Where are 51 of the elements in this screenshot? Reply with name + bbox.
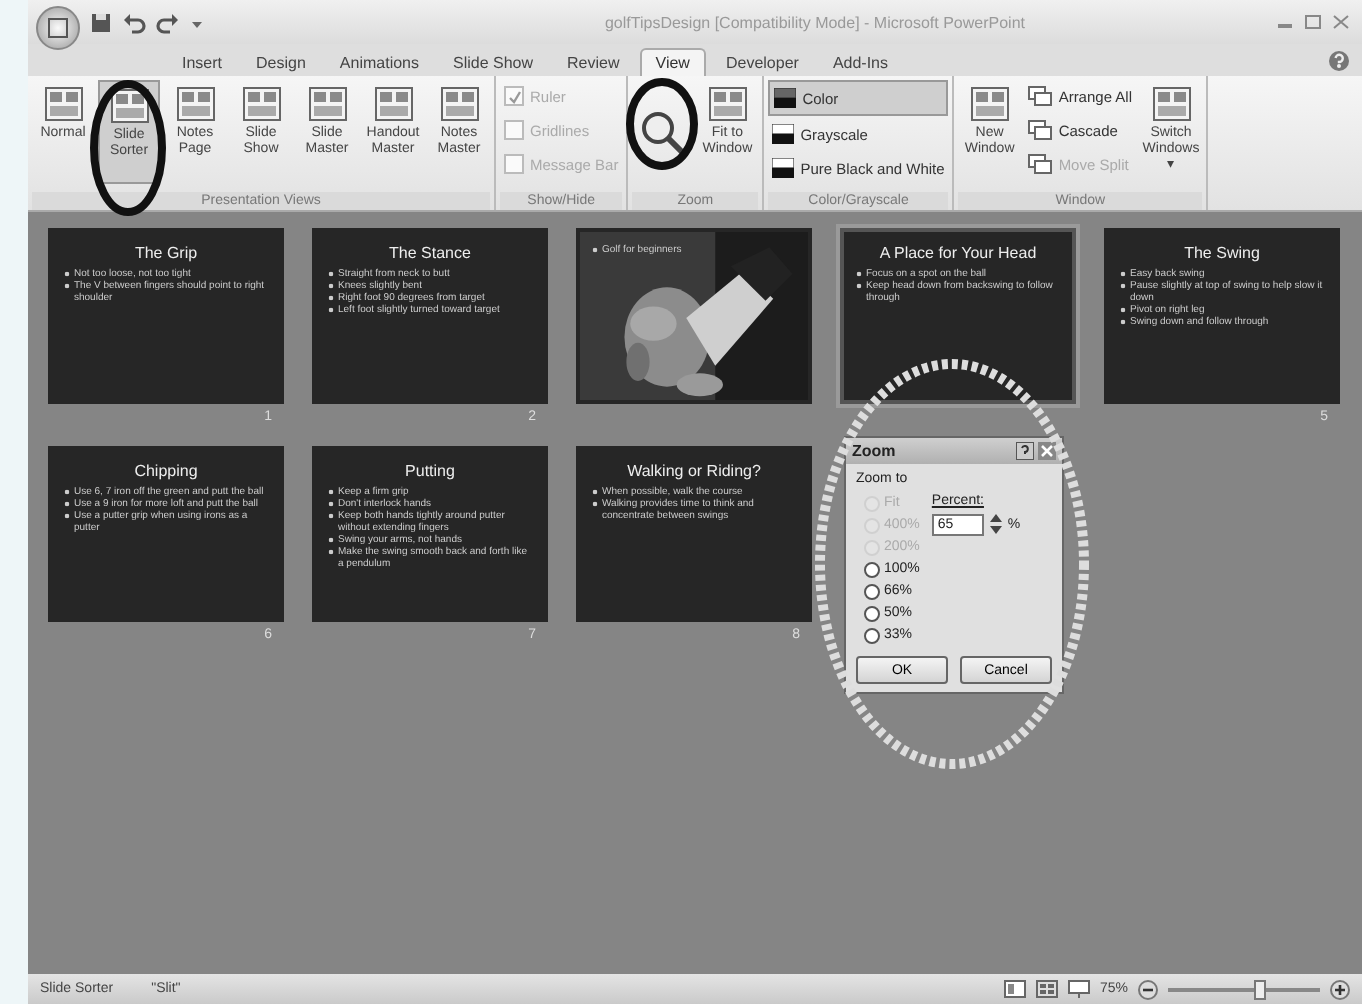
save-icon[interactable] [90,11,112,33]
ribbon-tab[interactable]: Developer [711,50,813,76]
normal-view-icon[interactable] [1003,980,1026,998]
color-swatch-icon [772,124,795,144]
magnifier-icon [638,108,687,156]
office-button[interactable] [36,6,80,50]
slide-title: Putting [403,462,457,480]
slide-title: Chipping [132,462,200,480]
view-icon [241,86,281,122]
color-swatch-icon [772,158,795,178]
undo-icon[interactable] [122,11,146,33]
zoom-in-icon[interactable] [1330,979,1350,999]
slider-thumb[interactable] [1253,979,1266,999]
windows-icon [1028,86,1053,106]
view-icon [707,86,748,122]
annotation-circle [90,80,166,216]
ribbon-tab[interactable]: Add-Ins [818,50,903,76]
slide-title: The Swing [1182,244,1262,262]
ribbon-tab[interactable]: Slide Show [439,50,548,76]
slide-title: The Grip [132,244,200,262]
slide-title: Walking or Riding? [625,462,763,480]
slide-title: The Stance [387,244,473,262]
color-swatch-icon [774,88,797,108]
view-icon [43,86,83,122]
windows-icon [1028,154,1053,174]
help-icon[interactable] [1016,442,1034,460]
slide-title: A Place for Your Head [877,244,1039,262]
help-icon[interactable] [1328,49,1350,71]
checkmark-icon [507,89,521,103]
window-title: golfTipsDesign [Compatibility Mode] - Microsoft PowerPoint [602,14,1027,32]
restore-icon[interactable] [1304,14,1322,30]
view-icon [969,86,1010,122]
zoom-out-icon[interactable] [1138,979,1158,999]
ribbon-tab[interactable]: View [639,48,706,76]
view-icon [373,86,413,122]
ribbon-tab[interactable]: Review [553,50,634,76]
sorter-view-icon[interactable] [1035,980,1058,998]
annotation-circle [626,78,698,170]
ribbon-tab[interactable]: Animations [325,50,433,76]
windows-icon [1028,120,1053,140]
redo-icon[interactable] [156,11,180,33]
ribbon-tab[interactable]: Design [242,50,320,76]
slideshow-view-icon[interactable] [1067,980,1090,998]
view-icon [175,86,215,122]
close-icon[interactable] [1332,14,1350,30]
view-icon [109,88,149,124]
dialog-title: Zoom [852,442,896,460]
view-icon [1151,86,1191,122]
ribbon-tab[interactable]: Insert [168,50,237,76]
view-icon [439,86,479,122]
view-icon [307,86,347,122]
